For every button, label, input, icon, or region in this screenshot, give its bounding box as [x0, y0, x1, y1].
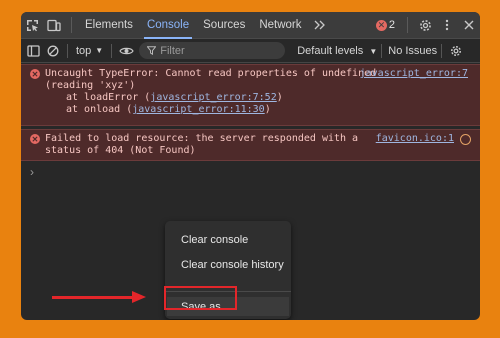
more-vert-icon[interactable]: [436, 12, 458, 39]
error-text: Failed to load resource: the server resp…: [45, 133, 359, 144]
devtools-window: Elements Console Sources Network ✕ 2 top…: [21, 12, 480, 320]
network-request-icon[interactable]: [460, 134, 471, 145]
sidebar-toggle-icon[interactable]: [23, 39, 43, 63]
console-settings-gear-icon[interactable]: [446, 39, 466, 63]
stack-suffix: ): [264, 104, 271, 115]
tab-label: Sources: [203, 19, 246, 31]
tab-sources[interactable]: Sources: [196, 12, 252, 39]
divider: [111, 43, 113, 58]
issues-button[interactable]: No Issues: [388, 45, 437, 57]
context-selector[interactable]: top ▼: [72, 45, 107, 57]
error-text: Uncaught TypeError: Cannot read properti…: [45, 68, 377, 79]
clear-console-icon[interactable]: [43, 39, 63, 63]
stack-suffix: ): [276, 92, 283, 103]
console-error-message[interactable]: ✕ Failed to load resource: the server re…: [21, 129, 480, 161]
chevrons-right-icon[interactable]: [309, 12, 331, 39]
divider: [441, 43, 443, 58]
device-toolbar-icon[interactable]: [43, 12, 65, 39]
source-link[interactable]: javascript_error:7: [360, 68, 468, 79]
error-text-continued: status of 404 (Not Found): [45, 145, 196, 156]
tab-elements[interactable]: Elements: [78, 12, 140, 39]
error-count-badge[interactable]: ✕ 2: [375, 19, 395, 31]
error-icon: ✕: [30, 134, 40, 144]
error-text-continued: (reading 'xyz'): [45, 80, 136, 91]
stack-frame: at onload (javascript_error:11:30): [66, 104, 271, 116]
devtools-tabbar: Elements Console Sources Network ✕ 2: [21, 12, 480, 39]
tab-console[interactable]: Console: [140, 12, 196, 39]
menu-item-clear-console-history[interactable]: Clear console history: [181, 259, 284, 271]
filter-placeholder: Filter: [160, 44, 185, 57]
log-levels-dropdown[interactable]: Default levels ▼: [297, 45, 377, 57]
eye-icon[interactable]: [116, 39, 136, 63]
close-icon[interactable]: [458, 12, 480, 39]
menu-item-clear-console[interactable]: Clear console: [181, 234, 248, 246]
context-label: top: [76, 44, 92, 57]
tab-label: Elements: [85, 19, 133, 31]
divider: [67, 43, 68, 58]
stack-link[interactable]: javascript_error:7:52: [150, 92, 276, 103]
console-toolbar: top ▼ Filter Default levels ▼ No Issues: [21, 39, 480, 63]
divider: [71, 17, 72, 33]
gear-icon[interactable]: [414, 12, 436, 39]
tab-network[interactable]: Network: [252, 12, 308, 39]
inspect-icon[interactable]: [21, 12, 43, 39]
error-icon: ✕: [30, 69, 40, 79]
divider: [407, 17, 408, 33]
error-count: 2: [388, 19, 395, 31]
stack-frame: at loadError (javascript_error:7:52): [66, 92, 283, 104]
tab-label: Network: [259, 19, 302, 31]
annotation-arrow: [52, 296, 132, 299]
console-prompt-icon[interactable]: ›: [30, 165, 34, 179]
annotation-arrow-head: [132, 291, 146, 303]
filter-input[interactable]: Filter: [139, 42, 286, 60]
console-error-message[interactable]: ✕ Uncaught TypeError: Cannot read proper…: [21, 64, 480, 126]
stack-prefix: at loadError (: [66, 92, 151, 103]
tab-label: Console: [146, 19, 190, 31]
stack-prefix: at onload (: [66, 104, 133, 115]
log-levels-label: Default levels: [297, 44, 364, 57]
dropdown-arrow-icon: ▼: [369, 46, 378, 56]
source-link[interactable]: favicon.ico:1: [376, 133, 454, 144]
dropdown-arrow-icon: ▼: [95, 46, 104, 55]
divider: [381, 43, 383, 58]
error-icon: ✕: [375, 19, 387, 31]
filter-icon: [146, 42, 157, 60]
stack-link[interactable]: javascript_error:11:30: [132, 104, 264, 115]
annotation-highlight-box: [164, 286, 237, 310]
